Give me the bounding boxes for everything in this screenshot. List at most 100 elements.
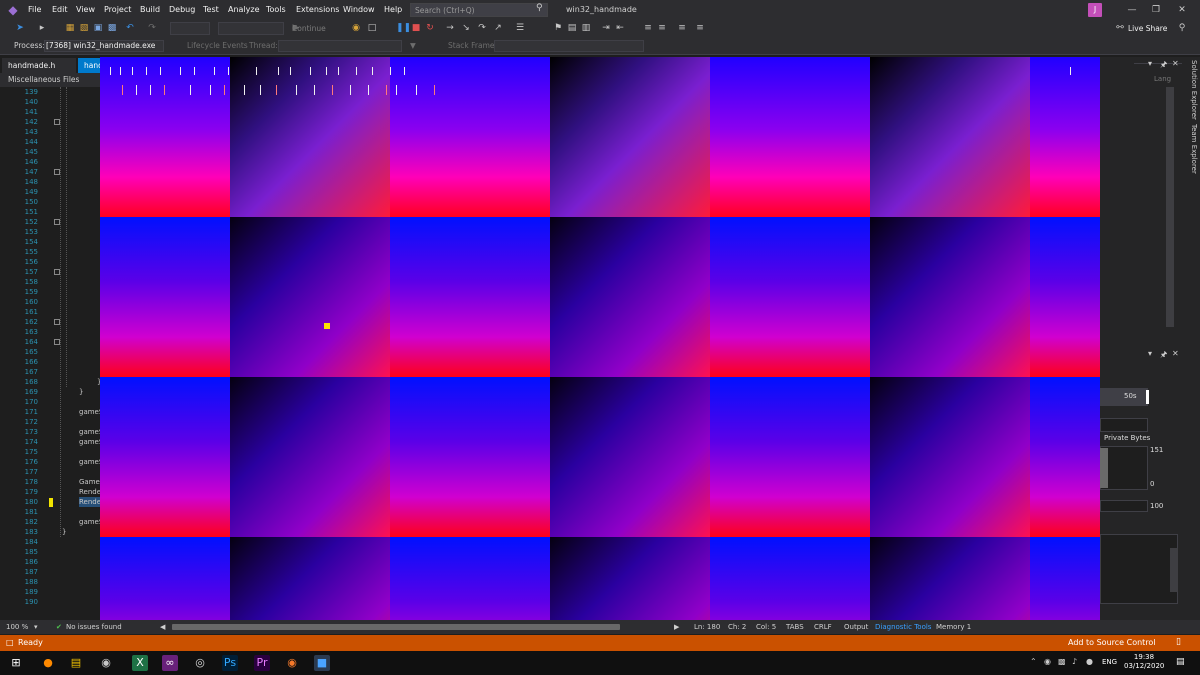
toolbar-item3-icon[interactable]: ≡ (676, 22, 688, 34)
tab-diagnostic-tools[interactable]: Diagnostic Tools (875, 620, 931, 634)
stack-frame-dropdown[interactable] (494, 40, 644, 52)
comment-icon[interactable]: ▤ (566, 22, 578, 34)
scroll-right-icon[interactable]: ▶ (674, 620, 679, 634)
menu-project[interactable]: Project (104, 0, 131, 20)
network-icon[interactable]: ▩ (1058, 657, 1066, 666)
redo-icon[interactable]: ↷ (146, 22, 158, 34)
pin-icon[interactable]: 🖈 (1160, 59, 1167, 73)
visual-studio-logo-icon[interactable]: ◆ (6, 3, 20, 17)
outdent-icon[interactable]: ⇤ (614, 22, 626, 34)
undo-icon[interactable]: ↶ (124, 22, 136, 34)
avatar[interactable]: J (1088, 3, 1102, 17)
game-window[interactable] (100, 57, 1100, 620)
menu-edit[interactable]: Edit (52, 0, 68, 20)
issues-status[interactable]: No issues found (66, 620, 122, 634)
firefox-icon[interactable]: ● (40, 655, 56, 671)
tray-icon[interactable]: ◉ (1044, 657, 1051, 666)
action-center-icon[interactable]: ▤ (1176, 657, 1185, 667)
menu-analyze[interactable]: Analyze (228, 0, 260, 20)
tab-output[interactable]: Output (844, 620, 868, 634)
screen-icon[interactable]: □ (366, 22, 378, 34)
start-icon[interactable]: ⊞ (8, 655, 24, 671)
file-explorer-icon[interactable]: ▤ (68, 655, 84, 671)
continue-button[interactable]: Continue (292, 20, 326, 38)
code-line[interactable]: } (62, 527, 66, 537)
timeline-cursor[interactable] (1146, 390, 1149, 404)
menu-debug[interactable]: Debug (169, 0, 195, 20)
toolbar-item2-icon[interactable]: ≡ (656, 22, 668, 34)
save-all-icon[interactable]: ▩ (106, 22, 118, 34)
premiere-icon[interactable]: Pr (254, 655, 270, 671)
search-input[interactable]: Search (Ctrl+Q) (410, 3, 548, 17)
fold-toggle-icon[interactable] (54, 319, 60, 325)
restore-icon[interactable]: ❐ (1144, 0, 1168, 20)
close-panel-icon[interactable]: ✕ (1172, 59, 1179, 68)
horizontal-scrollbar[interactable] (172, 624, 620, 630)
blender-icon[interactable]: ◉ (284, 655, 300, 671)
search-icon[interactable]: ⚲ (536, 3, 543, 13)
language-indicator[interactable]: ENG (1102, 658, 1117, 666)
excel-icon[interactable]: X (132, 655, 148, 671)
toolbar-item-icon[interactable]: ≡ (642, 22, 654, 34)
photoshop-icon[interactable]: Ps (222, 655, 238, 671)
tabs-status[interactable]: TABS (786, 620, 804, 634)
back-icon[interactable]: ➤ (14, 22, 26, 34)
fold-toggle-icon[interactable] (54, 339, 60, 345)
bookmark-icon[interactable]: ⚑ (552, 22, 564, 34)
team-explorer-tab[interactable]: Team Explorer (1184, 124, 1198, 174)
lifecycle-events-label[interactable]: Lifecycle Events (187, 38, 248, 54)
steam-icon[interactable]: ◉ (98, 655, 114, 671)
feedback-icon[interactable]: ⚲ (1176, 22, 1188, 34)
fold-toggle-icon[interactable] (54, 219, 60, 225)
step-out-icon[interactable]: ↗ (492, 22, 504, 34)
menu-file[interactable]: File (28, 0, 41, 20)
code-editor[interactable]: 139 140 141 142 143 144 145 146 147 148 149 150 151 1… (0, 87, 105, 620)
menu-help[interactable]: Help (384, 0, 402, 20)
uncomment-icon[interactable]: ▥ (580, 22, 592, 34)
fold-toggle-icon[interactable] (54, 169, 60, 175)
pause-icon[interactable]: ❚❚ (396, 22, 411, 34)
open-folder-icon[interactable]: ▧ (78, 22, 90, 34)
live-share-icon[interactable]: ⚯ (1114, 22, 1126, 34)
menu-test[interactable]: Test (203, 0, 219, 20)
notification-bell-icon[interactable]: ▯ (1176, 637, 1181, 647)
tray-up-icon[interactable]: ⌃ (1030, 657, 1037, 666)
obs-icon[interactable]: ◎ (192, 655, 208, 671)
step-over-icon[interactable]: ↷ (476, 22, 488, 34)
configuration-dropdown[interactable] (170, 22, 210, 35)
solution-explorer-tab[interactable]: Solution Explorer (1184, 60, 1198, 120)
indent-icon[interactable]: ⇥ (600, 22, 612, 34)
save-icon[interactable]: ▣ (92, 22, 104, 34)
game-app-icon[interactable]: ■ (314, 655, 330, 671)
volume-icon[interactable]: ♪ (1072, 657, 1077, 666)
add-to-source-control[interactable]: Add to Source Control (1068, 635, 1156, 651)
menu-tools[interactable]: Tools (266, 0, 286, 20)
restart-icon[interactable]: ↻ (424, 22, 436, 34)
diag-scrollbar[interactable] (1170, 548, 1178, 592)
tab-memory-1[interactable]: Memory 1 (936, 620, 971, 634)
live-share-button[interactable]: Live Share (1128, 20, 1167, 38)
filter-icon[interactable]: ▼ (410, 38, 416, 54)
show-next-statement-icon[interactable]: → (444, 22, 456, 34)
line-ending-status[interactable]: CRLF (814, 620, 832, 634)
clock[interactable]: 19:38 03/12/2020 (1124, 653, 1164, 671)
fold-toggle-icon[interactable] (54, 269, 60, 275)
zoom-level[interactable]: 100 % (6, 620, 28, 634)
hex-display-icon[interactable]: ☰ (514, 22, 526, 34)
menu-build[interactable]: Build (140, 0, 160, 20)
dropdown-icon[interactable]: ▾ (1148, 349, 1152, 358)
thread-dropdown[interactable] (278, 40, 402, 52)
new-project-icon[interactable]: ▦ (64, 22, 76, 34)
scroll-left-icon[interactable]: ◀ (160, 620, 165, 634)
fold-toggle-icon[interactable] (54, 119, 60, 125)
step-into-icon[interactable]: ↘ (460, 22, 472, 34)
hot-reload-icon[interactable]: ◉ (350, 22, 362, 34)
code-line[interactable]: Rende (79, 497, 102, 507)
minimize-icon[interactable]: — (1120, 0, 1144, 20)
toolbar-item4-icon[interactable]: ≡ (694, 22, 706, 34)
pin-icon[interactable]: 🖈 (1160, 349, 1167, 363)
microphone-icon[interactable]: ● (1086, 657, 1093, 666)
tab-handmade-h[interactable]: handmade.h (2, 58, 76, 73)
navigation-bar[interactable]: Miscellaneous Files (0, 73, 100, 87)
menu-window[interactable]: Window (343, 0, 375, 20)
